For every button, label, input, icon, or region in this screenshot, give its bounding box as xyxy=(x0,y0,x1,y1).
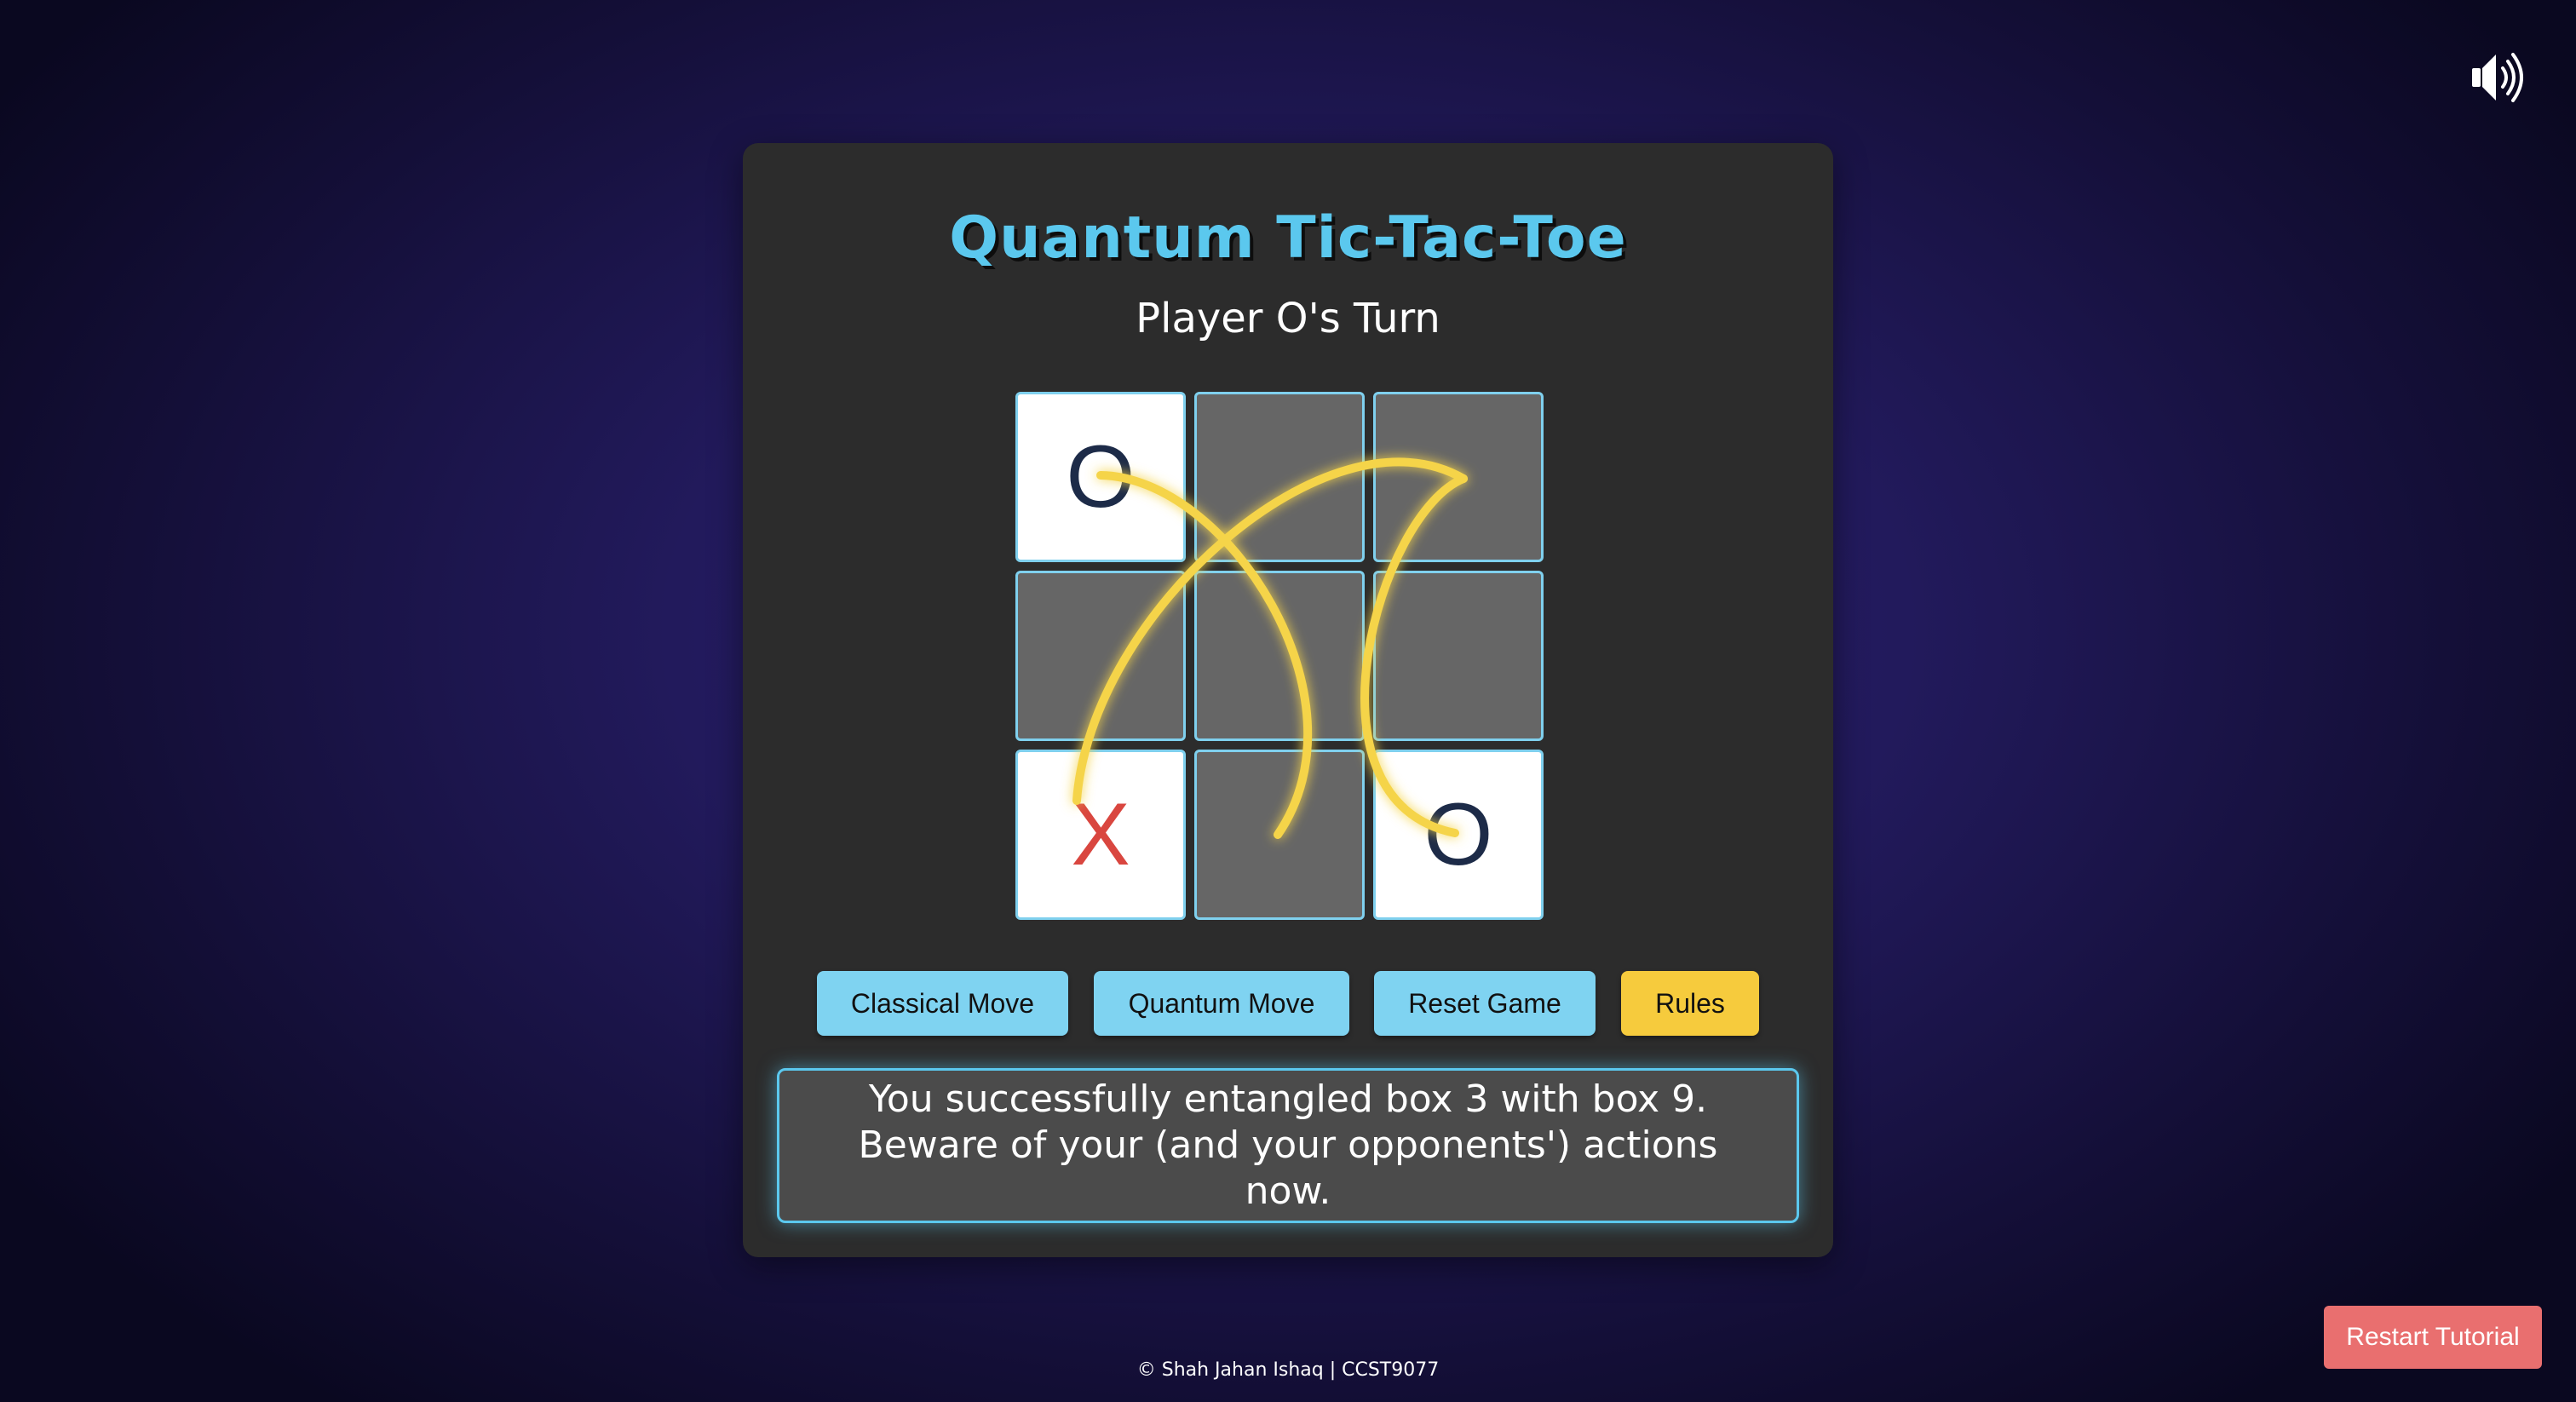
board-cell-3[interactable] xyxy=(1373,392,1544,562)
reset-game-button[interactable]: Reset Game xyxy=(1374,971,1596,1036)
board-cell-9[interactable]: O xyxy=(1373,750,1544,920)
board-cell-2[interactable] xyxy=(1194,392,1365,562)
turn-indicator: Player O's Turn xyxy=(1136,295,1440,342)
classical-move-button[interactable]: Classical Move xyxy=(817,971,1068,1036)
cell-mark: X xyxy=(1071,784,1130,884)
board-cell-6[interactable] xyxy=(1373,571,1544,741)
quantum-move-button[interactable]: Quantum Move xyxy=(1094,971,1349,1036)
footer-credit: © Shah Jahan Ishaq | CCST9077 xyxy=(1136,1359,1440,1381)
board-cell-8[interactable] xyxy=(1194,750,1365,920)
board-cell-5[interactable] xyxy=(1194,571,1365,741)
speaker-icon xyxy=(2472,53,2523,102)
board-cell-1[interactable]: O xyxy=(1015,392,1186,562)
sound-toggle-button[interactable] xyxy=(2470,49,2530,106)
cell-mark: O xyxy=(1423,784,1493,884)
board-cell-4[interactable] xyxy=(1015,571,1186,741)
board-cell-7[interactable]: X xyxy=(1015,750,1186,920)
rules-button[interactable]: Rules xyxy=(1621,971,1759,1036)
message-box: You successfully entangled box 3 with bo… xyxy=(777,1068,1799,1223)
game-title: Quantum Tic-Tac-Toe xyxy=(949,204,1627,272)
cell-mark: O xyxy=(1066,427,1136,526)
status-message: You successfully entangled box 3 with bo… xyxy=(858,1077,1718,1213)
